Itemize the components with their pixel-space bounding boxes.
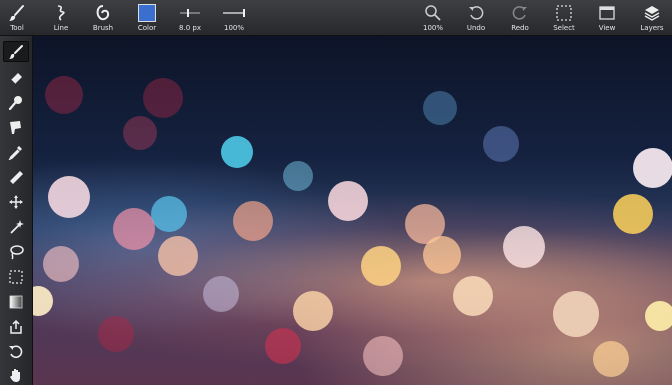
brush-icon: [9, 44, 23, 59]
tool-eyedropper[interactable]: [3, 141, 29, 162]
drawing-canvas[interactable]: [33, 36, 672, 385]
bokeh-light: [221, 136, 253, 168]
share-icon: [10, 319, 22, 334]
bokeh-light: [158, 236, 198, 276]
select-label: Select: [553, 24, 575, 32]
line-icon: [57, 5, 65, 21]
bokeh-light: [151, 196, 187, 232]
bokeh-light: [265, 328, 301, 364]
zoom-button[interactable]: 100%: [418, 0, 448, 36]
brush-size-slider[interactable]: 8.0 px: [172, 0, 208, 36]
bokeh-light: [363, 336, 403, 376]
bokeh-light: [361, 246, 401, 286]
magic-wand-icon: [10, 219, 24, 234]
fill-bucket-icon: [10, 120, 21, 134]
top-toolbar: Tool Line Brush Color 8.0 px 100% 100% U…: [0, 0, 672, 36]
bokeh-light: [423, 91, 457, 125]
tool-smudge[interactable]: [3, 91, 29, 112]
tool-magic-wand[interactable]: [3, 216, 29, 237]
move-icon: [9, 194, 23, 209]
eyedropper-icon: [8, 145, 22, 160]
line-label: Line: [53, 24, 69, 32]
bokeh-light: [483, 126, 519, 162]
bokeh-light: [113, 208, 155, 250]
size-slider-icon: [180, 9, 200, 17]
redo-icon: [512, 6, 527, 20]
select-button[interactable]: Select: [548, 0, 580, 36]
bokeh-light: [633, 148, 672, 188]
redo-button[interactable]: Redo: [505, 0, 535, 36]
line-button[interactable]: Line: [46, 0, 76, 36]
brush-icon: [9, 5, 24, 21]
tool-rotate[interactable]: [3, 341, 29, 362]
layers-label: Layers: [640, 24, 664, 32]
gradient-icon: [9, 295, 23, 308]
bokeh-light: [98, 316, 134, 352]
color-label: Color: [137, 24, 157, 32]
bokeh-light: [45, 76, 83, 114]
bokeh-light: [43, 246, 79, 282]
bokeh-light: [283, 161, 313, 191]
bokeh-light: [593, 341, 629, 377]
tool-lasso[interactable]: [3, 241, 29, 262]
undo-button[interactable]: Undo: [461, 0, 491, 36]
bokeh-light: [613, 194, 653, 234]
bokeh-light: [203, 276, 239, 312]
ruler-icon: [10, 170, 23, 184]
hand-icon: [10, 368, 20, 382]
tool-share[interactable]: [3, 316, 29, 337]
tool-button[interactable]: Tool: [2, 0, 32, 36]
bokeh-light: [423, 236, 461, 274]
layers-icon: [644, 6, 660, 21]
tool-gradient[interactable]: [3, 291, 29, 312]
tool-brush[interactable]: [3, 41, 29, 62]
bokeh-light: [233, 201, 273, 241]
bokeh-light: [33, 286, 53, 316]
bokeh-light: [293, 291, 333, 331]
undo-label: Undo: [466, 24, 486, 32]
bokeh-light: [328, 181, 368, 221]
marquee-select-icon: [9, 269, 23, 284]
tool-fill[interactable]: [3, 116, 29, 137]
tool-eraser[interactable]: [3, 66, 29, 87]
bokeh-light: [645, 301, 672, 331]
opacity-slider-icon: [223, 9, 245, 17]
opacity-value: 100%: [223, 24, 244, 32]
view-label: View: [598, 24, 616, 32]
bokeh-light: [453, 276, 493, 316]
bokeh-light: [123, 116, 157, 150]
tool-marquee[interactable]: [3, 266, 29, 287]
brush-label: Brush: [92, 24, 114, 32]
tool-hand[interactable]: [3, 364, 29, 385]
eraser-icon: [10, 72, 22, 84]
tool-ruler[interactable]: [3, 166, 29, 187]
zoom-value: 100%: [422, 24, 443, 32]
bokeh-light: [48, 176, 90, 218]
brush-shape-icon: [96, 5, 110, 21]
lasso-icon: [10, 244, 24, 260]
brush-button[interactable]: Brush: [88, 0, 118, 36]
opacity-slider[interactable]: 100%: [218, 0, 250, 36]
layers-button[interactable]: Layers: [636, 0, 668, 36]
bokeh-light: [553, 291, 599, 337]
select-icon: [556, 5, 572, 21]
view-icon: [599, 6, 615, 20]
bokeh-light: [503, 226, 545, 268]
undo-icon: [469, 6, 484, 20]
rotate-icon: [9, 345, 23, 358]
tool-label: Tool: [10, 24, 24, 32]
tool-sidebar: [0, 36, 33, 385]
color-swatch: [138, 4, 156, 22]
tool-move[interactable]: [3, 191, 29, 212]
redo-label: Redo: [511, 24, 529, 32]
size-value: 8.0 px: [179, 24, 201, 32]
color-button[interactable]: Color: [132, 0, 162, 36]
smudge-icon: [8, 95, 22, 110]
bokeh-light: [143, 78, 183, 118]
view-button[interactable]: View: [592, 0, 622, 36]
magnifier-icon: [425, 5, 441, 21]
